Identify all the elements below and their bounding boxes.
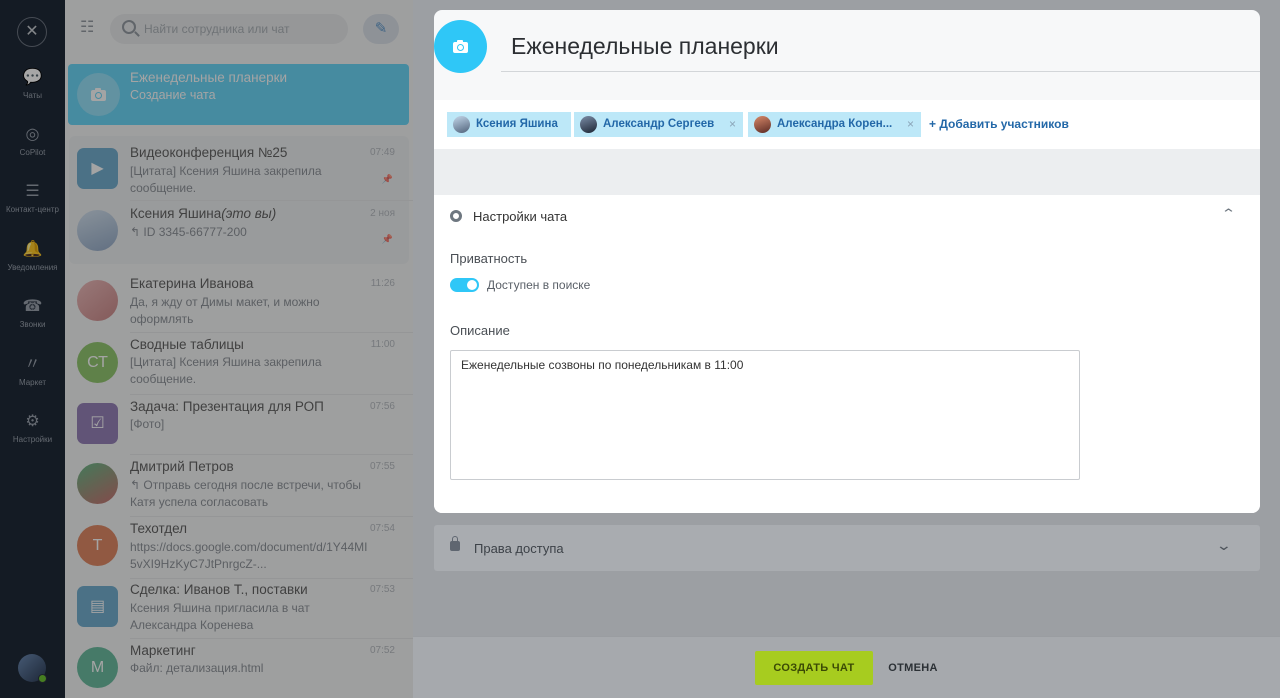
camera-icon [453,40,468,53]
lock-icon [450,536,460,551]
chat-preview: ↰ Отправь сегодня после встречи, чтобы К… [130,478,361,509]
chat-time: 07:54 [369,523,395,534]
chat-name: Екатерина Иванова [130,276,254,291]
member-chip[interactable]: Ксения Яшина [447,112,571,137]
avatar [580,116,597,133]
list-item[interactable]: Дмитрий Петров ↰ Отправь сегодня после в… [65,454,413,516]
chat-item-active[interactable]: Еженедельные планерки Создание чата [68,64,409,125]
chat-time: 2 ноя [370,208,395,219]
chat-name: Техотдел [130,521,188,536]
chat-avatar [77,73,120,116]
footer: СОЗДАТЬ ЧАТ ОТМЕНА [413,636,1280,698]
chat-time: 07:56 [369,401,395,412]
title-underline [501,71,1260,72]
access-rights-title: Права доступа [474,541,564,556]
avatar [77,463,118,504]
avatar [453,116,470,133]
pin-icon: 📌 [381,174,393,184]
chat-settings-card: Еженедельные планерки Ксения Яшина Алекс… [434,10,1260,513]
list-item[interactable]: Екатерина Иванова Да, я жду от Димы маке… [65,270,413,332]
compose-icon[interactable]: ✎ [363,14,399,44]
settings-title[interactable]: Настройки чата [473,209,567,224]
member-chip[interactable]: Александра Корен... × [748,112,921,137]
spacer [434,149,1260,195]
list-item[interactable]: Ксения Яшина(это вы) ↰ ID 3345-66777-200… [65,200,413,262]
chat-preview: Создание чата [130,88,216,102]
avatar: Т [77,525,118,566]
chat-preview: Да, я жду от Димы макет, и можно оформля… [130,295,320,326]
deal-icon: ▤ [77,586,118,627]
chat-preview: [Цитата] Ксения Яшина закрепила сообщени… [130,355,322,386]
list-item[interactable]: М Маркетинг Файл: детализация.html 07:52 [65,638,413,698]
chat-time: 07:52 [369,645,395,656]
chat-time: 07:49 [369,147,395,158]
chat-preview: ↰ ID 3345-66777-200 [130,225,247,239]
chat-time: 07:55 [369,461,395,472]
chat-list: ☷ ✎ Еженедельные планерки Создание чата … [65,0,413,698]
member-name: Ксения Яшина [476,118,558,130]
chat-name-text: Ксения Яшина [130,206,222,221]
chat-time: 07:53 [369,584,395,595]
add-members-link[interactable]: + Добавить участников [929,112,1069,137]
avatar [754,116,771,133]
chat-name-suffix: (это вы) [221,206,277,221]
pin-icon: 📌 [381,234,393,244]
avatar [77,280,118,321]
chat-name: Сделка: Иванов Т., поставки [130,582,308,597]
filter-icon[interactable]: ☷ [80,19,98,37]
cancel-button[interactable]: ОТМЕНА [883,651,943,685]
nav-rail: ✕ 💬 Чаты ◎ CoPilot ☰ Контакт-центр 🔔 Уве… [0,0,65,698]
list-item[interactable]: ▤ Сделка: Иванов Т., поставки Ксения Яши… [65,578,413,638]
avatar: СТ [77,342,118,383]
search-icon [122,20,136,34]
chat-title[interactable]: Еженедельные планерки [511,33,779,60]
chat-preview: [Фото] [130,417,165,431]
chat-name: Дмитрий Петров [130,459,234,474]
chat-preview: Файл: детализация.html [130,661,264,675]
chat-preview: [Цитата] Ксения Яшина закрепила сообщени… [130,164,322,195]
search-input[interactable] [144,19,340,39]
chevron-down-icon[interactable]: ⌄ [1216,537,1232,554]
description-label: Описание [450,323,510,338]
chat-name: Еженедельные планерки [130,70,288,85]
camera-icon [91,88,106,101]
remove-member-icon[interactable]: × [729,112,736,137]
members-bar: Ксения Яшина Александр Сергеев × Алексан… [434,100,1260,149]
privacy-toggle[interactable] [450,278,479,292]
member-name: Александр Сергеев [603,118,715,130]
chat-preview: Ксения Яшина пригласила в чат Александра… [130,601,310,632]
list-item[interactable]: Т Техотдел https://docs.google.com/docum… [65,516,413,578]
list-item[interactable]: СТ Сводные таблицы [Цитата] Ксения Яшина… [65,332,413,394]
chat-avatar-upload[interactable] [434,20,487,73]
chat-name: Видеоконференция №25 [130,145,288,160]
avatar: М [77,647,118,688]
chat-list-header: ☷ ✎ [65,0,413,58]
list-item[interactable]: ☑ Задача: Презентация для РОП [Фото] 07:… [65,394,413,454]
chat-name: Сводные таблицы [130,337,244,352]
description-field[interactable]: Еженедельные созвоны по понедельникам в … [450,350,1080,480]
create-chat-button[interactable]: СОЗДАТЬ ЧАТ [755,651,873,685]
privacy-label: Приватность [450,251,528,266]
toggle-knob [467,280,477,290]
list-item[interactable]: ▶ Видеоконференция №25 [Цитата] Ксения Я… [65,139,413,200]
member-chip[interactable]: Александр Сергеев × [574,112,743,137]
access-rights-panel[interactable]: Права доступа ⌄ [434,525,1260,571]
remove-member-icon[interactable]: × [907,112,914,137]
chat-name: Ксения Яшина(это вы) [130,206,276,221]
chat-name: Задача: Презентация для РОП [130,399,324,414]
chevron-up-icon[interactable]: ⌃ [1221,206,1236,222]
video-icon: ▶ [77,148,118,189]
search-box [110,14,348,44]
chat-preview: https://docs.google.com/document/d/1Y44M… [130,540,368,571]
chat-name: Маркетинг [130,643,196,658]
member-name: Александра Корен... [777,118,893,130]
task-icon: ☑ [77,403,118,444]
overlay-dim [0,0,65,698]
chat-settings-panel: Настройки чата ⌃ Приватность Доступен в … [434,195,1260,513]
gear-icon [450,210,462,222]
avatar [77,210,118,251]
chat-time: 11:00 [370,339,395,350]
chat-time: 11:26 [370,278,395,289]
privacy-toggle-label: Доступен в поиске [487,278,591,292]
